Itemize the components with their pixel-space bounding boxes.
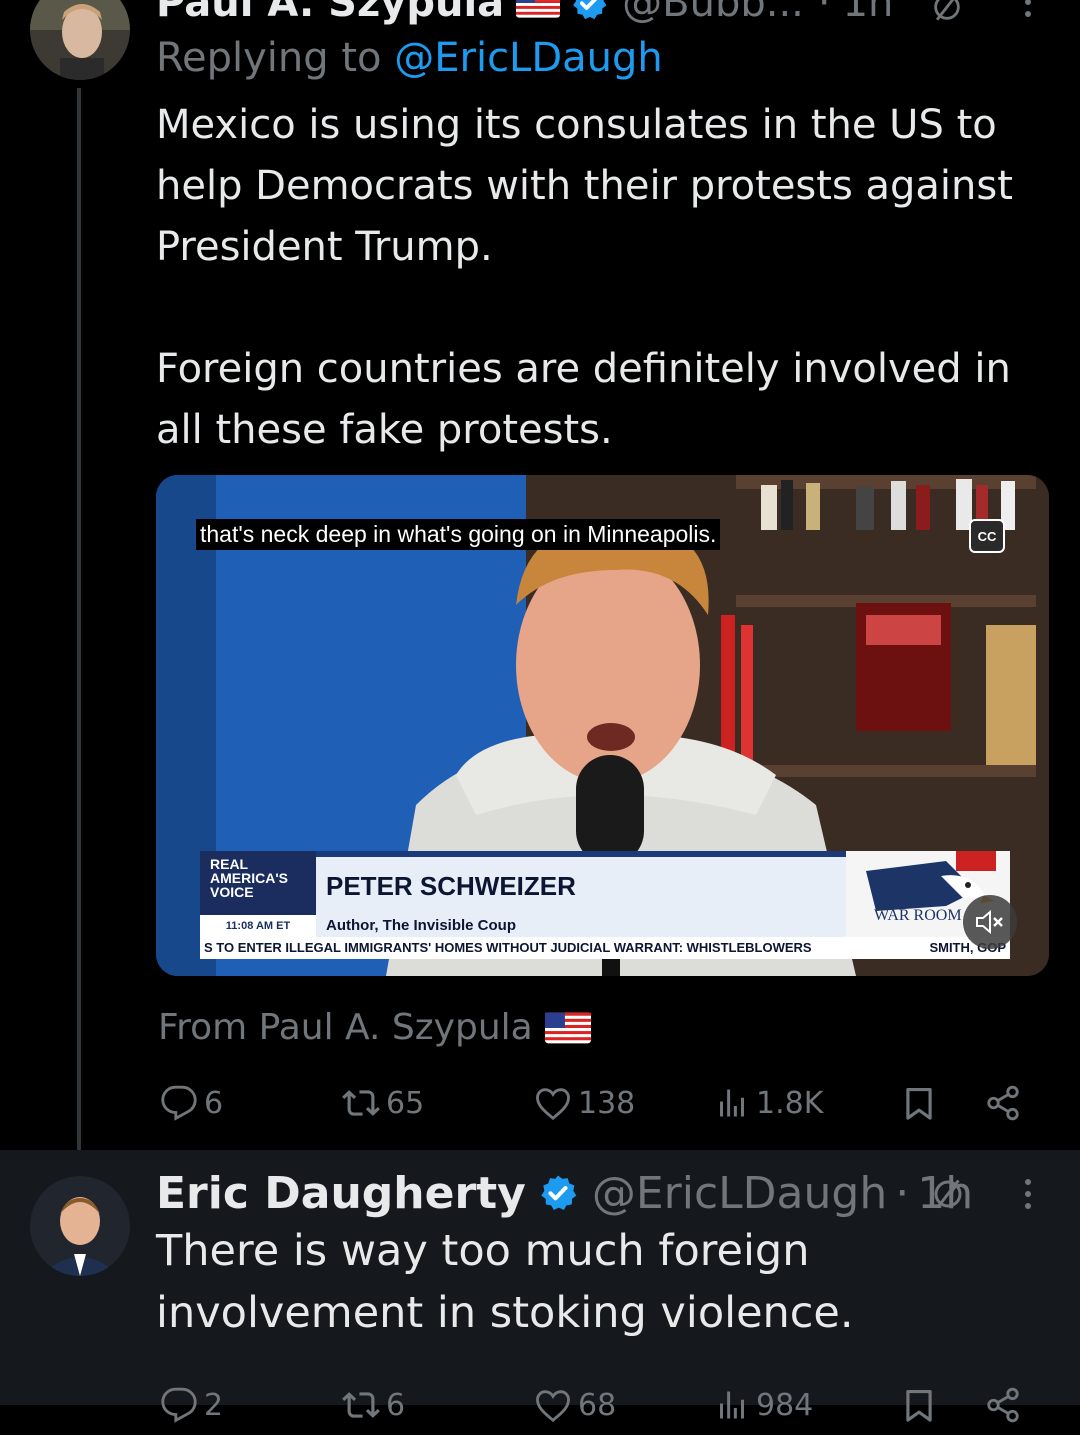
author-avatar[interactable] (30, 0, 130, 80)
views-icon (714, 1085, 750, 1121)
mute-icon (976, 909, 1003, 935)
reply-author-handle[interactable]: @EricLDaugh (592, 1168, 887, 1219)
reply-body: There is way too much foreign involvemen… (156, 1226, 854, 1338)
replying-to: Replying to @EricLDaugh (156, 32, 663, 84)
like-icon (534, 1386, 572, 1424)
flag-us-icon (545, 1012, 591, 1044)
reply-author-avatar[interactable] (30, 1176, 130, 1276)
bookmark-icon (900, 1084, 938, 1122)
reply-header: Eric Daugherty @EricLDaugh · 1h (156, 1166, 973, 1220)
lower-third-banner: REAL AMERICA'S VOICE 11:08 AM ET PETER S… (200, 851, 1010, 959)
news-ticker: S TO ENTER ILLEGAL IMMIGRANTS' HOMES WIT… (200, 937, 1010, 959)
grok-icon[interactable] (930, 1176, 966, 1212)
views-icon (714, 1387, 750, 1423)
broadcast-time: 11:08 AM ET (200, 915, 316, 937)
video-player[interactable]: that's neck deep in what's going on in M… (156, 475, 1049, 976)
repost-count: 65 (386, 1085, 425, 1121)
views-button[interactable]: 1.8K (714, 1073, 823, 1133)
video-caption: that's neck deep in what's going on in M… (196, 519, 721, 550)
repost-button[interactable]: 65 (342, 1073, 424, 1133)
tweet-body-paragraph-2: Foreign countries are definitely involve… (156, 346, 1011, 453)
guest-title: Author, The Invisible Coup (316, 915, 846, 937)
tweet-actions: 6 65 138 1.8K (156, 1073, 1036, 1133)
tweet-header: Paul A. Szypula @Bubb... · 1h (156, 0, 893, 28)
like-icon (534, 1084, 572, 1122)
reply-author-name[interactable]: Eric Daugherty (156, 1168, 526, 1219)
bookmark-button[interactable] (900, 1375, 944, 1435)
author-name[interactable]: Paul A. Szypula (156, 0, 504, 26)
verified-badge-icon[interactable] (538, 1173, 578, 1213)
reply-button[interactable]: 6 (160, 1073, 223, 1133)
ticker-text: S TO ENTER ILLEGAL IMMIGRANTS' HOMES WIT… (204, 940, 812, 955)
share-button[interactable] (984, 1375, 1028, 1435)
video-attribution[interactable]: From Paul A. Szypula (158, 1003, 591, 1053)
replying-to-link[interactable]: @EricLDaugh (394, 35, 663, 81)
reply-count: 2 (204, 1387, 224, 1423)
flag-us-icon (516, 0, 560, 18)
thread-connector-line (77, 88, 81, 1170)
reply-icon (160, 1386, 198, 1424)
like-count: 68 (578, 1387, 617, 1423)
like-button[interactable]: 68 (534, 1375, 616, 1435)
grok-icon[interactable] (930, 0, 964, 24)
views-button[interactable]: 984 (714, 1375, 813, 1435)
network-logo: REAL AMERICA'S VOICE (200, 851, 316, 915)
bookmark-icon (900, 1386, 938, 1424)
show-logo-text: WAR ROOM (874, 907, 962, 924)
replying-to-label: Replying to (156, 35, 382, 81)
repost-button[interactable]: 6 (342, 1375, 405, 1435)
views-count: 984 (756, 1387, 814, 1423)
more-icon[interactable] (1024, 1178, 1032, 1210)
reply-tweet[interactable]: Eric Daugherty @EricLDaugh · 1h There is… (0, 1150, 1080, 1423)
tweet-time[interactable]: 1h (843, 0, 894, 26)
repost-count: 6 (386, 1387, 406, 1423)
reply-actions: 2 6 68 984 (156, 1375, 1036, 1435)
mute-button[interactable] (963, 895, 1017, 949)
views-count: 1.8K (756, 1085, 824, 1121)
reply-button[interactable]: 2 (160, 1375, 223, 1435)
repost-icon (342, 1084, 380, 1122)
verified-badge-icon[interactable] (570, 0, 608, 22)
author-handle[interactable]: @Bubb... (622, 0, 804, 26)
share-button[interactable] (984, 1073, 1028, 1133)
avatar-photo-icon (30, 1176, 130, 1276)
guest-name: PETER SCHWEIZER (326, 871, 576, 901)
closed-captions-button[interactable]: CC (969, 519, 1005, 553)
repost-icon (342, 1386, 380, 1424)
share-icon (984, 1084, 1022, 1122)
attribution-text[interactable]: From Paul A. Szypula (158, 1003, 533, 1053)
like-count: 138 (578, 1085, 636, 1121)
reply-count: 6 (204, 1085, 224, 1121)
like-button[interactable]: 138 (534, 1073, 635, 1133)
reply-icon (160, 1084, 198, 1122)
tweet-body-paragraph-1: Mexico is using its consulates in the US… (156, 102, 1013, 270)
share-icon (984, 1386, 1022, 1424)
avatar-photo-icon (30, 0, 130, 80)
bookmark-button[interactable] (900, 1073, 944, 1133)
more-icon[interactable] (1024, 0, 1032, 18)
time-separator: · (895, 1167, 910, 1219)
